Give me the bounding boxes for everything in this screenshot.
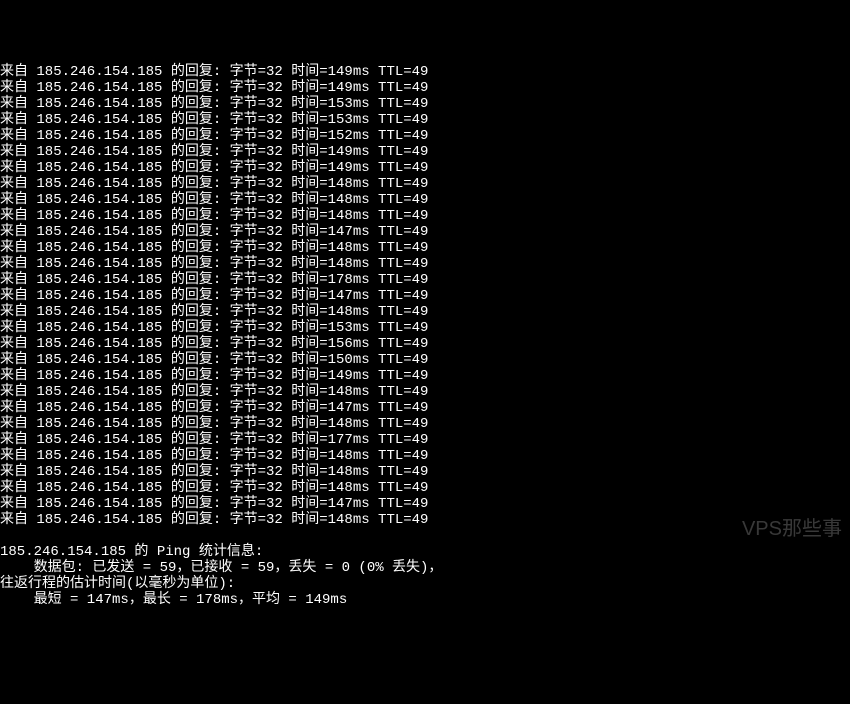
ping-reply-line: 来自 185.246.154.185 的回复: 字节=32 时间=147ms T…: [0, 288, 850, 304]
ping-reply-line: 来自 185.246.154.185 的回复: 字节=32 时间=148ms T…: [0, 464, 850, 480]
ping-reply-line: 来自 185.246.154.185 的回复: 字节=32 时间=153ms T…: [0, 112, 850, 128]
ping-reply-line: 来自 185.246.154.185 的回复: 字节=32 时间=177ms T…: [0, 432, 850, 448]
terminal-output: 来自 185.246.154.185 的回复: 字节=32 时间=149ms T…: [0, 64, 850, 608]
ping-reply-line: 来自 185.246.154.185 的回复: 字节=32 时间=149ms T…: [0, 64, 850, 80]
ping-reply-line: 来自 185.246.154.185 的回复: 字节=32 时间=148ms T…: [0, 512, 850, 528]
ping-reply-line: 来自 185.246.154.185 的回复: 字节=32 时间=148ms T…: [0, 176, 850, 192]
ping-reply-line: 来自 185.246.154.185 的回复: 字节=32 时间=148ms T…: [0, 480, 850, 496]
ping-reply-line: 来自 185.246.154.185 的回复: 字节=32 时间=178ms T…: [0, 272, 850, 288]
ping-reply-line: 来自 185.246.154.185 的回复: 字节=32 时间=150ms T…: [0, 352, 850, 368]
ping-reply-line: 来自 185.246.154.185 的回复: 字节=32 时间=153ms T…: [0, 320, 850, 336]
ping-stats-packets: 数据包: 已发送 = 59，已接收 = 59，丢失 = 0 (0% 丢失)，: [0, 560, 850, 576]
ping-reply-line: 来自 185.246.154.185 的回复: 字节=32 时间=149ms T…: [0, 368, 850, 384]
ping-reply-line: 来自 185.246.154.185 的回复: 字节=32 时间=148ms T…: [0, 208, 850, 224]
ping-reply-line: 来自 185.246.154.185 的回复: 字节=32 时间=148ms T…: [0, 240, 850, 256]
ping-reply-line: 来自 185.246.154.185 的回复: 字节=32 时间=153ms T…: [0, 96, 850, 112]
ping-reply-line: 来自 185.246.154.185 的回复: 字节=32 时间=147ms T…: [0, 400, 850, 416]
blank-line: [0, 528, 850, 544]
ping-reply-line: 来自 185.246.154.185 的回复: 字节=32 时间=147ms T…: [0, 496, 850, 512]
ping-reply-line: 来自 185.246.154.185 的回复: 字节=32 时间=148ms T…: [0, 256, 850, 272]
ping-stats-header: 185.246.154.185 的 Ping 统计信息:: [0, 544, 850, 560]
ping-reply-line: 来自 185.246.154.185 的回复: 字节=32 时间=147ms T…: [0, 224, 850, 240]
ping-reply-line: 来自 185.246.154.185 的回复: 字节=32 时间=148ms T…: [0, 304, 850, 320]
ping-reply-line: 来自 185.246.154.185 的回复: 字节=32 时间=149ms T…: [0, 160, 850, 176]
ping-reply-line: 来自 185.246.154.185 的回复: 字节=32 时间=156ms T…: [0, 336, 850, 352]
ping-reply-line: 来自 185.246.154.185 的回复: 字节=32 时间=149ms T…: [0, 80, 850, 96]
ping-reply-line: 来自 185.246.154.185 的回复: 字节=32 时间=148ms T…: [0, 384, 850, 400]
ping-reply-line: 来自 185.246.154.185 的回复: 字节=32 时间=148ms T…: [0, 448, 850, 464]
ping-stats-rtt-header: 往返行程的估计时间(以毫秒为单位):: [0, 576, 850, 592]
ping-reply-line: 来自 185.246.154.185 的回复: 字节=32 时间=149ms T…: [0, 144, 850, 160]
ping-reply-line: 来自 185.246.154.185 的回复: 字节=32 时间=152ms T…: [0, 128, 850, 144]
ping-reply-line: 来自 185.246.154.185 的回复: 字节=32 时间=148ms T…: [0, 416, 850, 432]
ping-stats-rtt-values: 最短 = 147ms，最长 = 178ms，平均 = 149ms: [0, 592, 850, 608]
ping-reply-line: 来自 185.246.154.185 的回复: 字节=32 时间=148ms T…: [0, 192, 850, 208]
